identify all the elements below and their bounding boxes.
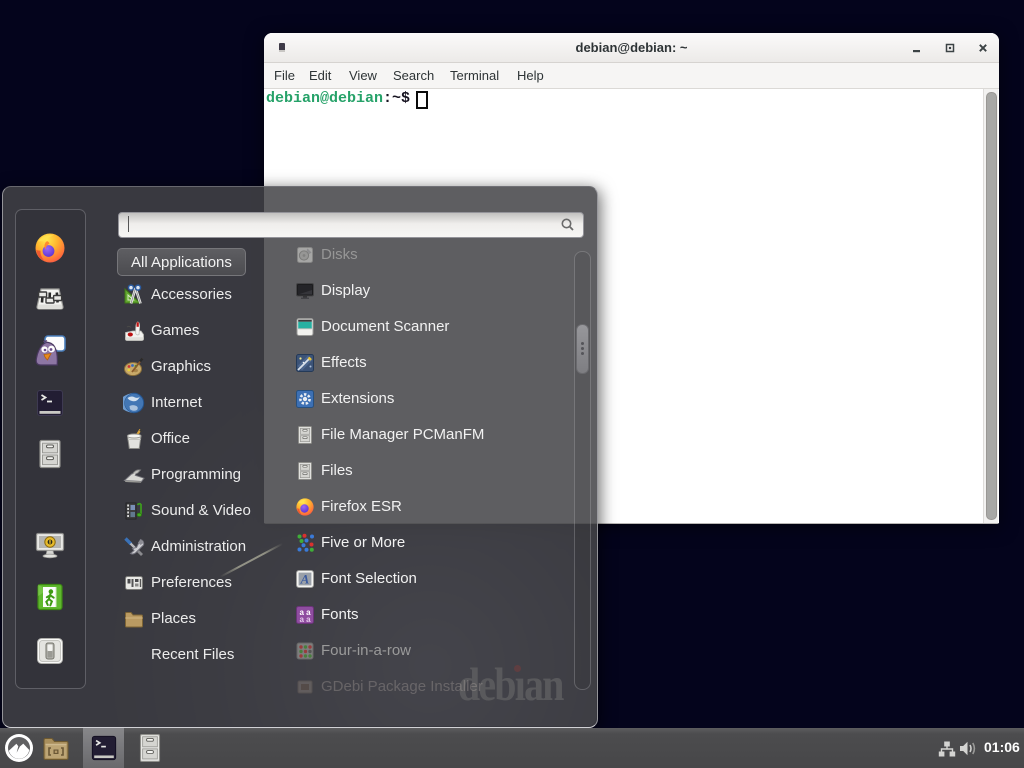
svg-text:a a: a a [299,615,311,624]
svg-text:A: A [300,572,310,587]
